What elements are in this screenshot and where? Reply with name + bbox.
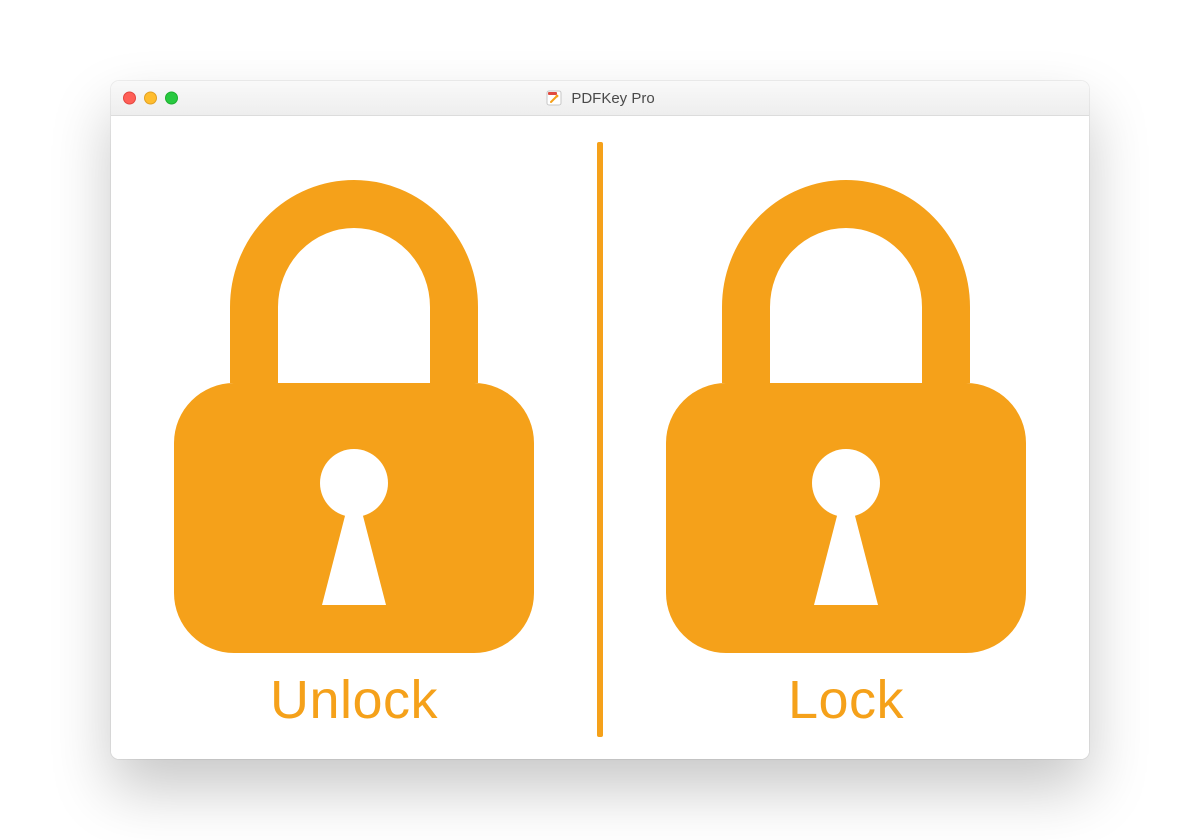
title-bar: PDFKey Pro <box>111 81 1089 116</box>
lock-label: Lock <box>788 669 904 731</box>
traffic-lights <box>123 92 178 105</box>
minimize-button[interactable] <box>144 92 157 105</box>
close-button[interactable] <box>123 92 136 105</box>
lock-icon <box>646 173 1046 663</box>
lock-panel[interactable]: Lock <box>603 116 1089 759</box>
app-icon <box>545 89 563 107</box>
app-window: PDFKey Pro Unlock <box>111 81 1089 759</box>
window-title: PDFKey Pro <box>571 90 654 107</box>
window-content: Unlock Lock <box>111 116 1089 759</box>
zoom-button[interactable] <box>165 92 178 105</box>
unlock-label: Unlock <box>270 669 438 731</box>
unlock-icon <box>154 173 554 663</box>
unlock-panel[interactable]: Unlock <box>111 116 597 759</box>
